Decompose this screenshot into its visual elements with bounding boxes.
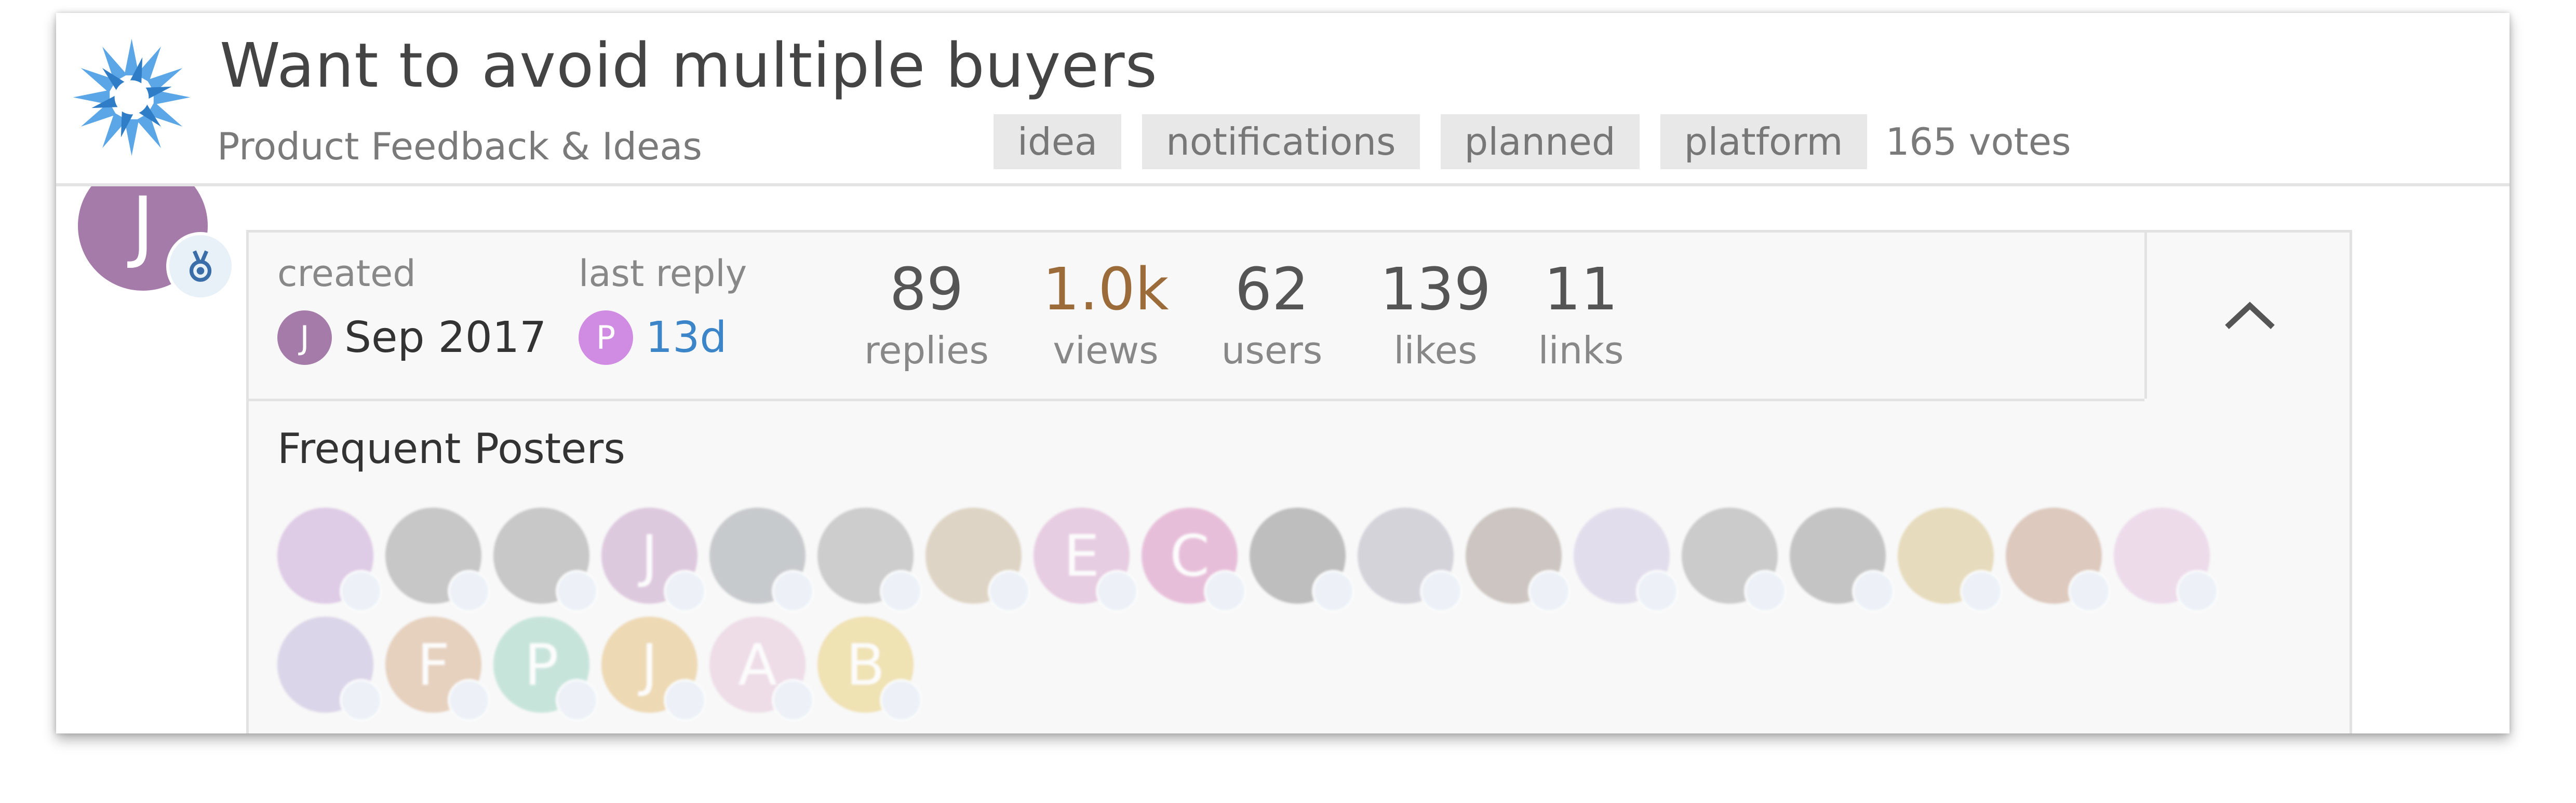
last-reply-time: 13d: [646, 313, 727, 362]
views-label: views: [1053, 329, 1159, 372]
poster-flair-badge-icon: [1204, 570, 1246, 613]
tag-platform[interactable]: platform: [1660, 114, 1867, 169]
poster-flair-badge-icon: [1312, 570, 1354, 613]
users-label: users: [1221, 329, 1323, 372]
medal-badge-icon: [166, 232, 235, 301]
creator-avatar: J: [277, 310, 332, 365]
poster-flair-badge-icon: [664, 570, 706, 613]
poster-flair-badge-icon: [340, 679, 382, 722]
category-link[interactable]: Product Feedback & Ideas: [217, 125, 702, 168]
last-reply-label: last reply: [579, 252, 747, 295]
tag-list: idea notifications planned platform 165 …: [994, 114, 2071, 169]
replies-label: replies: [864, 329, 989, 372]
topic-map-stats: created J Sep 2017 last reply P 13d 89 r…: [249, 233, 2144, 401]
poster-flair-badge-icon: [556, 570, 598, 613]
last-replier-avatar: P: [579, 310, 633, 365]
frequent-poster-initial: C: [1170, 522, 1210, 589]
frequent-posters-heading: Frequent Posters: [277, 425, 625, 473]
poster-flair-badge-icon: [1096, 570, 1138, 613]
views-count: 1.0k: [1042, 256, 1169, 323]
likes-count: 139: [1380, 256, 1491, 323]
tag-notifications[interactable]: notifications: [1142, 114, 1420, 169]
frequent-poster-initial: E: [1063, 522, 1100, 589]
topic-map-card: Want to avoid multiple buyers Product Fe…: [56, 13, 2510, 733]
poster-flair-badge-icon: [1960, 570, 2003, 613]
collapse-topic-map-button[interactable]: [2144, 233, 2352, 399]
poster-flair-badge-icon: [448, 570, 490, 613]
frequent-poster-initial: P: [524, 631, 559, 698]
poster-flair-badge-icon: [556, 679, 598, 722]
frequent-poster-initial: J: [641, 631, 658, 698]
poster-flair-badge-icon: [2068, 570, 2111, 613]
chevron-up-icon: [2224, 302, 2275, 330]
poster-flair-badge-icon: [772, 679, 814, 722]
poster-flair-badge-icon: [448, 679, 490, 722]
last-reply-info[interactable]: P 13d: [579, 310, 727, 365]
poster-flair-badge-icon: [664, 679, 706, 722]
poster-flair-badge-icon: [1852, 570, 1895, 613]
poster-flair-badge-icon: [1744, 570, 1787, 613]
topic-header: Want to avoid multiple buyers Product Fe…: [56, 13, 2510, 186]
site-logo-icon[interactable]: [71, 36, 193, 158]
tag-idea[interactable]: idea: [994, 114, 1122, 169]
replies-count: 89: [889, 256, 964, 323]
poster-flair-badge-icon: [340, 570, 382, 613]
frequent-poster-initial: F: [417, 631, 450, 698]
users-count: 62: [1235, 256, 1309, 323]
poster-flair-badge-icon: [1420, 570, 1463, 613]
poster-flair-badge-icon: [1528, 570, 1571, 613]
author-initial: J: [131, 181, 155, 271]
poster-flair-badge-icon: [880, 679, 922, 722]
tag-planned[interactable]: planned: [1440, 114, 1640, 169]
created-date: Sep 2017: [344, 313, 547, 362]
links-count[interactable]: 11: [1513, 256, 1648, 323]
poster-flair-badge-icon: [1636, 570, 1679, 613]
links-label[interactable]: links: [1513, 329, 1648, 372]
topic-map: created J Sep 2017 last reply P 13d 89 r…: [246, 230, 2352, 733]
poster-flair-badge-icon: [772, 570, 814, 613]
created-info[interactable]: J Sep 2017: [277, 310, 546, 365]
frequent-poster-initial: B: [846, 631, 886, 698]
frequent-poster-initial: A: [737, 631, 777, 698]
poster-flair-badge-icon: [880, 570, 922, 613]
likes-label: likes: [1393, 329, 1478, 372]
topic-title[interactable]: Want to avoid multiple buyers: [220, 30, 1158, 101]
poster-flair-badge-icon: [2176, 570, 2219, 613]
poster-flair-badge-icon: [988, 570, 1030, 613]
created-label: created: [277, 252, 416, 295]
frequent-poster-initial: J: [641, 522, 658, 589]
vote-count: 165 votes: [1885, 120, 2071, 164]
